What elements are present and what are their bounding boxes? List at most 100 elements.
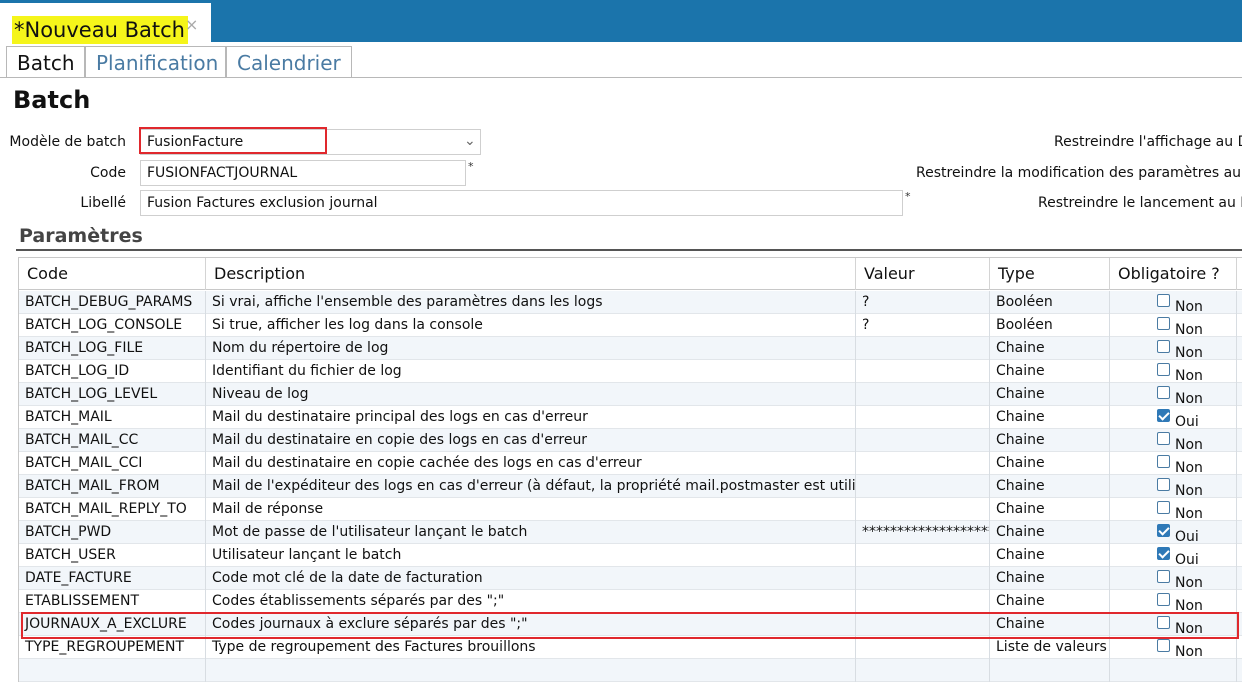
col-valeur[interactable]: Valeur xyxy=(856,258,990,290)
cell-type: Chaine xyxy=(990,360,1110,383)
cell-valeur[interactable] xyxy=(856,475,990,498)
checkbox-icon[interactable] xyxy=(1157,501,1170,514)
cell-type: Chaine xyxy=(990,406,1110,429)
table-row[interactable]: BATCH_PWD Mot de passe de l'utilisateur l… xyxy=(19,521,1242,545)
params-title: Paramètres xyxy=(19,225,143,247)
cell-type: Chaine xyxy=(990,521,1110,544)
checkbox-icon[interactable] xyxy=(1157,478,1170,491)
tab-planification[interactable]: Planification xyxy=(85,46,226,78)
cell-valeur[interactable] xyxy=(856,360,990,383)
table-row[interactable]: BATCH_DEBUG_PARAMS Si vrai, affiche l'ens… xyxy=(19,291,1242,315)
model-label: Modèle de batch xyxy=(9,134,126,150)
cell-obligatoire xyxy=(1110,521,1237,544)
empty-row xyxy=(19,659,1242,682)
checkbox-icon[interactable] xyxy=(1157,570,1170,583)
cell-obligatoire xyxy=(1110,590,1237,613)
cell-valeur[interactable] xyxy=(856,498,990,521)
checkbox-icon[interactable] xyxy=(1157,432,1170,445)
table-row[interactable]: BATCH_MAIL_FROM Mail de l'expéditeur des … xyxy=(19,475,1242,499)
page-title: Batch xyxy=(13,86,91,114)
checkbox-checked-icon[interactable] xyxy=(1157,547,1170,560)
restrict-modify-label: Restreindre la modification des paramètr… xyxy=(916,165,1242,181)
cell-valeur[interactable] xyxy=(856,544,990,567)
cell-obligatoire xyxy=(1110,291,1237,314)
checkbox-icon[interactable] xyxy=(1157,455,1170,468)
table-row[interactable]: BATCH_LOG_LEVEL Niveau de log Chaine Non xyxy=(19,383,1242,407)
required-mark: * xyxy=(905,190,911,203)
cell-valeur[interactable]: ? xyxy=(856,314,990,337)
cell-code: BATCH_LOG_CONSOLE xyxy=(19,314,206,337)
cell-type: Booléen xyxy=(990,291,1110,314)
table-row[interactable]: BATCH_MAIL Mail du destinataire principal… xyxy=(19,406,1242,430)
code-field[interactable]: FUSIONFACTJOURNAL xyxy=(140,160,466,186)
table-row[interactable]: TYPE_REGROUPEMENT Type de regroupement de… xyxy=(19,636,1242,660)
cell-type: Booléen xyxy=(990,314,1110,337)
col-obligatoire[interactable]: Obligatoire ? xyxy=(1110,258,1237,290)
col-description[interactable]: Description xyxy=(206,258,856,290)
cell-type: Chaine xyxy=(990,337,1110,360)
table-row[interactable]: ETABLISSEMENT Codes établissements séparé… xyxy=(19,590,1242,614)
checkbox-icon[interactable] xyxy=(1157,363,1170,376)
checkbox-icon[interactable] xyxy=(1157,386,1170,399)
document-tab-title[interactable]: *Nouveau Batch xyxy=(12,16,188,44)
checkbox-icon[interactable] xyxy=(1157,294,1170,307)
checkbox-icon[interactable] xyxy=(1157,340,1170,353)
cell-valeur[interactable] xyxy=(856,383,990,406)
libelle-field[interactable]: Fusion Factures exclusion journal xyxy=(140,190,903,216)
cell-type: Chaine xyxy=(990,544,1110,567)
cell-valeur[interactable] xyxy=(856,567,990,590)
empty-cell xyxy=(206,659,856,682)
cell-code: ETABLISSEMENT xyxy=(19,590,206,613)
table-row[interactable]: BATCH_LOG_CONSOLE Si true, afficher les l… xyxy=(19,314,1242,338)
tab-batch[interactable]: Batch xyxy=(6,46,85,78)
cell-valeur[interactable] xyxy=(856,337,990,360)
empty-cell xyxy=(1110,659,1237,682)
checkbox-icon[interactable] xyxy=(1157,593,1170,606)
cell-description: Mail du destinataire en copie des logs e… xyxy=(206,429,856,452)
table-row[interactable]: BATCH_LOG_FILE Nom du répertoire de log Ch… xyxy=(19,337,1242,361)
table-row[interactable]: BATCH_MAIL_REPLY_TO Mail de réponse Chaine… xyxy=(19,498,1242,522)
cell-valeur[interactable]: ? xyxy=(856,291,990,314)
cell-type: Chaine xyxy=(990,498,1110,521)
cell-code: BATCH_MAIL_CCI xyxy=(19,452,206,475)
table-header: Code Description Valeur Type Obligatoire… xyxy=(19,258,1242,290)
cell-obligatoire xyxy=(1110,314,1237,337)
cell-valeur[interactable]: ******************** xyxy=(856,521,990,544)
highlight-model xyxy=(139,127,327,154)
cell-valeur[interactable] xyxy=(856,406,990,429)
empty-cell xyxy=(856,659,990,682)
col-type[interactable]: Type xyxy=(990,258,1110,290)
cell-description: Si true, afficher les log dans la consol… xyxy=(206,314,856,337)
cell-obligatoire xyxy=(1110,636,1237,659)
cell-description: Si vrai, affiche l'ensemble des paramètr… xyxy=(206,291,856,314)
table-row[interactable]: BATCH_MAIL_CCI Mail du destinataire en co… xyxy=(19,452,1242,476)
cell-type: Liste de valeurs xyxy=(990,636,1110,659)
col-code[interactable]: Code xyxy=(19,258,206,290)
document-tab[interactable]: *Nouveau Batch × xyxy=(0,0,211,44)
cell-valeur[interactable] xyxy=(856,452,990,475)
cell-valeur[interactable] xyxy=(856,429,990,452)
checkbox-icon[interactable] xyxy=(1157,639,1170,652)
cell-type: Chaine xyxy=(990,567,1110,590)
cell-code: BATCH_LOG_ID xyxy=(19,360,206,383)
cell-code: BATCH_USER xyxy=(19,544,206,567)
close-icon[interactable]: × xyxy=(185,15,198,34)
table-row[interactable]: BATCH_USER Utilisateur lançant le batch Ch… xyxy=(19,544,1242,568)
cell-description: Codes établissements séparés par des ";" xyxy=(206,590,856,613)
cell-obligatoire xyxy=(1110,429,1237,452)
cell-valeur[interactable] xyxy=(856,636,990,659)
cell-description: Mot de passe de l'utilisateur lançant le… xyxy=(206,521,856,544)
table-row[interactable]: BATCH_LOG_ID Identifiant du fichier de lo… xyxy=(19,360,1242,384)
cell-valeur[interactable] xyxy=(856,590,990,613)
cell-description: Niveau de log xyxy=(206,383,856,406)
chevron-down-icon[interactable]: ⌄ xyxy=(464,133,476,149)
params-divider xyxy=(16,249,1242,251)
checkbox-checked-icon[interactable] xyxy=(1157,524,1170,537)
cell-description: Type de regroupement des Factures brouil… xyxy=(206,636,856,659)
params-table: Code Description Valeur Type Obligatoire… xyxy=(18,257,1242,682)
checkbox-checked-icon[interactable] xyxy=(1157,409,1170,422)
table-row[interactable]: BATCH_MAIL_CC Mail du destinataire en cop… xyxy=(19,429,1242,453)
checkbox-icon[interactable] xyxy=(1157,317,1170,330)
tab-calendrier[interactable]: Calendrier xyxy=(226,46,352,78)
table-row[interactable]: DATE_FACTURE Code mot clé de la date de f… xyxy=(19,567,1242,591)
